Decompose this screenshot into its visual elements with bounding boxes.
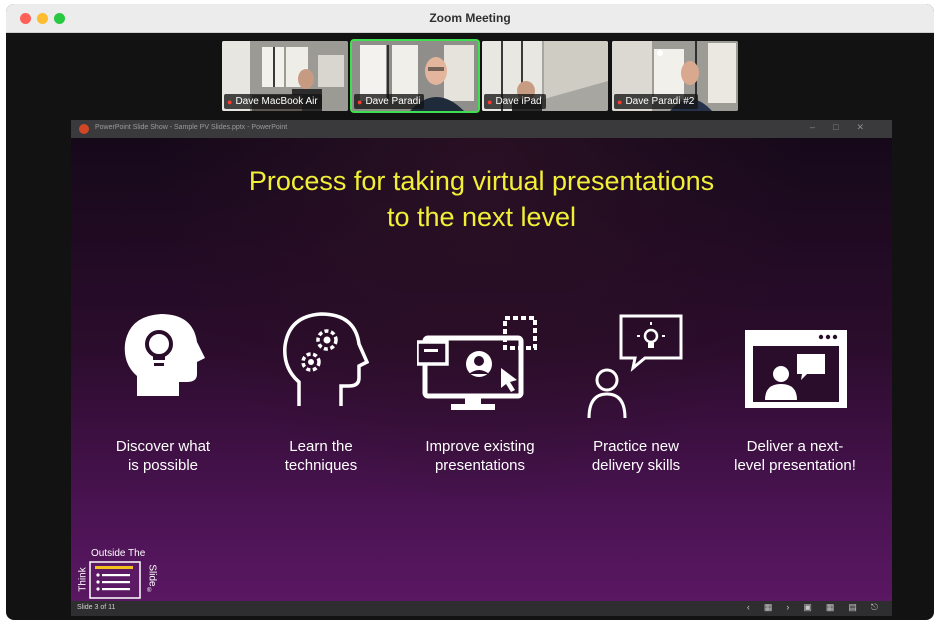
video-presenter-icon [743,328,849,415]
step-caption-learn: Learn the techniques [241,437,401,475]
participant-name-tag: ● Dave Paradi #2 [614,94,699,109]
slide-canvas: Process for taking virtual presentations… [71,138,892,601]
participant-name: Dave iPad [495,96,542,107]
mic-muted-icon: ● [617,96,623,107]
caption-line: Deliver a next- [746,438,844,455]
participant-tile-dave-paradi-2[interactable]: ● Dave Paradi #2 [612,41,738,111]
caption-line: is possible [127,457,199,474]
slide-counter: Slide 3 of 11 [77,604,116,611]
close-icon[interactable]: ✕ [856,122,882,132]
logo-top-text: Outside The [91,548,146,559]
caption-line: Practice new [593,438,679,455]
participant-name-tag: ● Dave iPad [484,94,546,109]
step-caption-deliver: Deliver a next- level presentation! [715,437,875,475]
slideshow-nav-controls: ‹ ▦ › ▣ ▦ ▤ ⎋ [747,602,878,613]
participant-name-tag: ● Dave Paradi [354,94,425,109]
caption-line: Discover what [115,438,211,455]
step-caption-discover: Discover what is possible [83,437,243,475]
mic-muted-icon: ● [357,96,363,107]
participant-name: Dave Paradi #2 [625,96,695,107]
slide-title-line2: to the next level [386,202,577,232]
restore-icon[interactable]: □ [833,122,856,132]
slide-title-line1: Process for taking virtual presentations [248,166,715,196]
logo-slide-mark [89,561,141,599]
title-bar: Zoom Meeting [6,4,934,33]
powerpoint-logo-icon [79,124,89,134]
powerpoint-window-title: PowerPoint Slide Show - Sample PV Slides… [95,124,288,131]
caption-line: presentations [434,457,526,474]
powerpoint-window: PowerPoint Slide Show - Sample PV Slides… [71,120,892,616]
slideshow-view-icon[interactable]: ⎋ [871,602,878,613]
participant-tile-dave-macbook-air[interactable]: ● Dave MacBook Air [222,41,348,111]
participant-name: Dave Paradi [365,96,421,107]
logo-left-text: Think [77,567,89,592]
participant-name-tag: ● Dave MacBook Air [224,94,322,109]
zoom-window: Zoom Meeting ● Dave MacBook Air ● Dave P… [6,4,934,620]
caption-line: level presentation! [734,457,856,474]
slide-menu-icon[interactable]: ▦ [764,602,773,613]
monitor-edit-icon [415,316,541,421]
head-lightbulb-icon [117,310,209,407]
caption-line: Learn the [289,438,353,455]
caption-line: delivery skills [591,457,681,474]
participant-tile-dave-ipad[interactable]: ● Dave iPad [482,41,608,111]
slideshow-status-bar: Slide 3 of 11 ‹ ▦ › ▣ ▦ ▤ ⎋ [71,601,892,616]
slide-sorter-icon[interactable]: ▦ [826,602,835,613]
reading-view-icon[interactable]: ▤ [848,602,857,613]
logo-right-text: Slide [146,564,158,587]
participant-tile-dave-paradi[interactable]: ● Dave Paradi [350,39,480,113]
next-slide-icon[interactable]: › [786,602,789,613]
person-idea-icon [587,314,683,425]
head-gears-icon [277,310,370,415]
logo-registered-mark: ® [147,588,152,594]
normal-view-icon[interactable]: ▣ [803,602,812,613]
caption-line: Improve existing [425,438,535,455]
participant-name: Dave MacBook Air [235,96,318,107]
window-controls: –□✕ [810,122,882,133]
minimize-icon[interactable]: – [810,122,833,132]
powerpoint-title-bar: PowerPoint Slide Show - Sample PV Slides… [71,120,892,138]
mic-muted-icon: ● [227,96,233,107]
step-caption-improve: Improve existing presentations [400,437,560,475]
mic-muted-icon: ● [487,96,493,107]
caption-line: techniques [284,457,358,474]
step-caption-practice: Practice new delivery skills [556,437,716,475]
previous-slide-icon[interactable]: ‹ [747,602,750,613]
think-outside-the-slide-logo: Outside The Think Slide ® [77,548,159,600]
window-title: Zoom Meeting [429,11,511,25]
